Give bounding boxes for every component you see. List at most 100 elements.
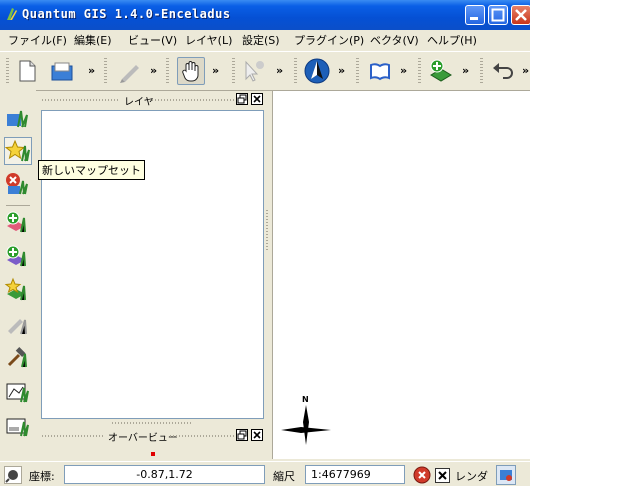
stop-render-button[interactable] <box>413 466 431 484</box>
menu-plugins[interactable]: プラグイン(P) <box>294 32 364 48</box>
undo-button[interactable] <box>489 57 517 85</box>
identify-button[interactable] <box>240 57 268 85</box>
panel-splitter[interactable] <box>112 422 192 424</box>
menu-edit[interactable]: 編集(E) <box>74 32 112 48</box>
book-icon <box>370 63 390 81</box>
pin-icon <box>5 470 18 483</box>
panel-grip <box>170 435 234 437</box>
minimize-button[interactable] <box>465 5 485 25</box>
overview-extent-marker <box>151 452 155 456</box>
new-project-button[interactable] <box>13 57 41 85</box>
panel-close-button[interactable] <box>251 93 263 105</box>
toolbar-grip[interactable] <box>294 58 297 84</box>
new-project-icon <box>19 60 36 82</box>
open-project-button[interactable] <box>48 57 76 85</box>
close-icon <box>253 431 261 439</box>
close-mapset-icon <box>6 173 28 195</box>
layers-panel-header[interactable]: レイヤ <box>40 92 266 108</box>
close-button[interactable] <box>511 5 530 25</box>
coord-label: 座標: <box>29 470 55 483</box>
undo-icon <box>493 63 513 79</box>
dock-splitter[interactable] <box>266 210 268 250</box>
pencil-icon <box>8 319 27 335</box>
toolbar-grip[interactable] <box>480 58 483 84</box>
qgis-window: Quantum GIS 1.4.0-Enceladus ファイル(F) 編集(E… <box>0 0 530 486</box>
undock-icon <box>237 430 247 440</box>
check-x-icon <box>438 471 447 480</box>
add-raster-layer-button[interactable] <box>4 243 32 271</box>
toolbar-extension[interactable]: » <box>400 64 407 77</box>
left-layer-toolbar <box>0 90 36 460</box>
add-vector-layer-button[interactable] <box>4 209 32 237</box>
pan-hand-icon <box>182 61 199 82</box>
undock-button[interactable] <box>236 429 248 441</box>
toolbar-grip[interactable] <box>104 58 107 84</box>
north-arrow-button[interactable] <box>303 57 331 85</box>
close-icon <box>253 95 261 103</box>
display-raster-button[interactable] <box>4 413 32 441</box>
open-project-icon <box>51 62 73 81</box>
pan-button[interactable] <box>177 57 205 85</box>
render-label: レンダ <box>455 470 488 483</box>
maximize-icon <box>491 8 505 22</box>
new-mapset-button[interactable] <box>4 137 32 165</box>
projection-icon <box>500 470 512 481</box>
menu-settings[interactable]: 設定(S) <box>242 32 280 48</box>
map-canvas[interactable]: N <box>272 91 530 459</box>
toolbar-extension[interactable]: » <box>150 64 157 77</box>
toolbar-grip[interactable] <box>356 58 359 84</box>
layers-panel-title: レイヤ <box>124 97 154 108</box>
toolbar-extension[interactable]: » <box>212 64 219 77</box>
scale-field[interactable]: 1:4677969 <box>305 465 405 484</box>
vector-tools-button[interactable] <box>4 344 32 372</box>
layer-list[interactable] <box>41 110 264 419</box>
raster-display-icon <box>6 418 29 437</box>
edit-vector-button[interactable] <box>4 311 32 339</box>
status-bar: 座標: -0.87,1.72 縮尺 1:4677969 レンダ <box>0 461 530 486</box>
menu-view[interactable]: ビュー(V) <box>128 32 177 48</box>
maximize-button[interactable] <box>488 5 508 25</box>
toolbar-grip[interactable] <box>6 58 9 84</box>
messages-button[interactable] <box>4 466 22 484</box>
add-vector-layer-icon <box>6 211 26 233</box>
toolbar-extension[interactable]: » <box>276 64 283 77</box>
undock-button[interactable] <box>236 93 248 105</box>
add-raster-layer-icon <box>6 245 26 267</box>
title-bar[interactable]: Quantum GIS 1.4.0-Enceladus <box>0 0 530 30</box>
toolbar-grip[interactable] <box>166 58 169 84</box>
toolbar-extension[interactable]: » <box>88 64 95 77</box>
open-mapset-button[interactable] <box>4 105 32 133</box>
window-title: Quantum GIS 1.4.0-Enceladus <box>22 7 231 21</box>
digitize-button[interactable] <box>116 57 144 85</box>
toolbar-extension[interactable]: » <box>522 64 529 77</box>
panel-grip <box>42 435 104 437</box>
open-mapset-icon <box>7 110 28 128</box>
north-arrow-icon <box>281 405 331 445</box>
separator <box>6 205 30 206</box>
add-layer-button[interactable] <box>427 57 455 85</box>
toolbar-grip[interactable] <box>232 58 235 84</box>
coordinate-field[interactable]: -0.87,1.72 <box>64 465 265 484</box>
menu-layer[interactable]: レイヤ(L) <box>185 32 232 48</box>
scale-label: 縮尺 <box>273 470 295 483</box>
render-checkbox[interactable] <box>435 468 450 483</box>
menu-file[interactable]: ファイル(F) <box>8 32 67 48</box>
display-vector-button[interactable] <box>4 379 32 407</box>
toolbar-extension[interactable]: » <box>462 64 469 77</box>
menu-bar: ファイル(F) 編集(E) ビュー(V) レイヤ(L) 設定(S) プラグイン(… <box>0 30 530 50</box>
toolbar-grip[interactable] <box>418 58 421 84</box>
menu-help[interactable]: ヘルプ(H) <box>427 32 477 48</box>
panel-close-button[interactable] <box>251 429 263 441</box>
toolbar-extension[interactable]: » <box>338 64 345 77</box>
overview-panel-header[interactable]: オーバービュー <box>40 428 266 444</box>
projection-button[interactable] <box>496 465 516 485</box>
close-mapset-button[interactable] <box>4 171 32 199</box>
new-vector-layer-button[interactable] <box>4 277 32 305</box>
menu-vector[interactable]: ベクタ(V) <box>370 32 419 48</box>
tooltip: 新しいマップセット <box>38 160 145 180</box>
overview-panel-title: オーバービュー <box>108 433 178 444</box>
new-vector-star-icon <box>4 277 26 301</box>
identify-icon <box>245 60 264 82</box>
north-arrow-icon <box>304 58 330 84</box>
help-book-button[interactable] <box>366 57 394 85</box>
